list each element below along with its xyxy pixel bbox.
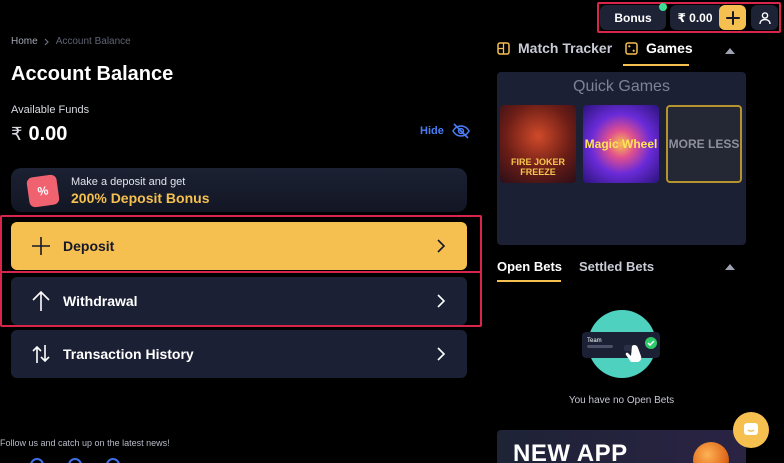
quick-games-panel: Quick Games FIRE JOKER FREEZE Magic Whee… [497, 72, 746, 245]
open-bets-underline [497, 280, 561, 282]
page-title: Account Balance [11, 63, 174, 85]
tab-match-tracker[interactable]: Match Tracker [497, 40, 612, 56]
transaction-history-label: Transaction History [63, 346, 194, 362]
tab-games-label: Games [646, 40, 693, 56]
chevron-right-icon [437, 294, 446, 308]
tab-games[interactable]: Games [625, 40, 693, 56]
deposit-bonus-banner[interactable]: % Make a deposit and get 200% Deposit Bo… [11, 168, 467, 212]
collapse-bets-icon[interactable] [725, 264, 735, 270]
new-app-banner-text: NEW APP [513, 440, 628, 463]
transaction-history-button[interactable]: Transaction History [11, 330, 467, 378]
deposit-label: Deposit [63, 238, 115, 254]
bonus-button[interactable]: Bonus [600, 5, 666, 30]
add-funds-button[interactable] [719, 5, 746, 30]
breadcrumb: Home Account Balance [11, 36, 131, 47]
game-tile-more-less[interactable]: MORE LESS [666, 105, 742, 183]
user-icon [758, 11, 771, 24]
plus-icon [725, 10, 740, 25]
deposit-button[interactable]: Deposit [11, 222, 467, 270]
scoreboard-icon [497, 41, 510, 55]
dice-icon [625, 41, 638, 55]
chevron-right-icon [437, 239, 446, 253]
available-funds-label: Available Funds [11, 104, 90, 116]
chevron-right-icon [44, 38, 49, 45]
breadcrumb-home[interactable]: Home [11, 36, 38, 47]
transfer-arrows-icon [29, 342, 53, 366]
game-tile-fire-joker[interactable]: FIRE JOKER FREEZE [500, 105, 576, 183]
quick-games-title: Quick Games [573, 78, 670, 95]
plus-icon [29, 234, 53, 258]
withdrawal-button[interactable]: Withdrawal [11, 277, 467, 325]
hide-label: Hide [420, 125, 444, 137]
available-funds-amount: ₹0.00 [11, 123, 67, 146]
telegram-icon[interactable] [106, 458, 120, 463]
chat-icon [744, 423, 758, 435]
sidebar-tabs: Match Tracker Games [497, 38, 746, 66]
tab-settled-bets[interactable]: Settled Bets [579, 259, 654, 274]
game-title: Magic Wheel [584, 137, 658, 151]
tab-open-bets[interactable]: Open Bets [497, 259, 562, 274]
game-title: MORE LESS [668, 137, 740, 151]
withdrawal-label: Withdrawal [63, 293, 138, 309]
available-funds-value: 0.00 [28, 123, 68, 145]
no-open-bets-text: You have no Open Bets [568, 395, 675, 406]
bonus-indicator-dot [659, 3, 667, 11]
header-balance[interactable]: ₹ 0.00 [670, 5, 720, 30]
new-app-banner[interactable]: NEW APP [497, 430, 746, 463]
game-title: FIRE JOKER FREEZE [510, 157, 565, 177]
currency-symbol: ₹ [11, 124, 23, 144]
arrow-up-icon [29, 289, 53, 313]
twitter-icon[interactable] [68, 458, 82, 463]
tab-match-tracker-label: Match Tracker [518, 40, 613, 56]
hide-balance-toggle[interactable]: Hide [420, 123, 470, 139]
breadcrumb-current: Account Balance [55, 36, 131, 47]
collapse-games-icon[interactable] [725, 48, 735, 54]
social-links [30, 458, 120, 463]
user-profile-button[interactable] [751, 5, 778, 30]
no-bets-illustration: Team [582, 310, 660, 378]
game-tile-magic-wheel[interactable]: Magic Wheel [583, 105, 659, 183]
chevron-right-icon [437, 347, 446, 361]
header-balance-value: ₹ 0.00 [677, 10, 713, 25]
decorative-orb [693, 442, 729, 463]
games-tab-underline [623, 64, 689, 66]
illustration-label: Team [587, 338, 602, 344]
eye-off-icon [451, 123, 470, 139]
chat-support-button[interactable] [733, 412, 769, 448]
gift-bonus-icon: % [26, 174, 60, 208]
bets-tabs: Open Bets Settled Bets [497, 258, 746, 284]
follow-us-text: Follow us and catch up on the latest new… [0, 438, 170, 448]
promo-title: 200% Deposit Bonus [71, 190, 210, 206]
instagram-icon[interactable] [30, 458, 44, 463]
promo-subtitle: Make a deposit and get [71, 176, 186, 188]
bonus-label: Bonus [614, 10, 652, 25]
